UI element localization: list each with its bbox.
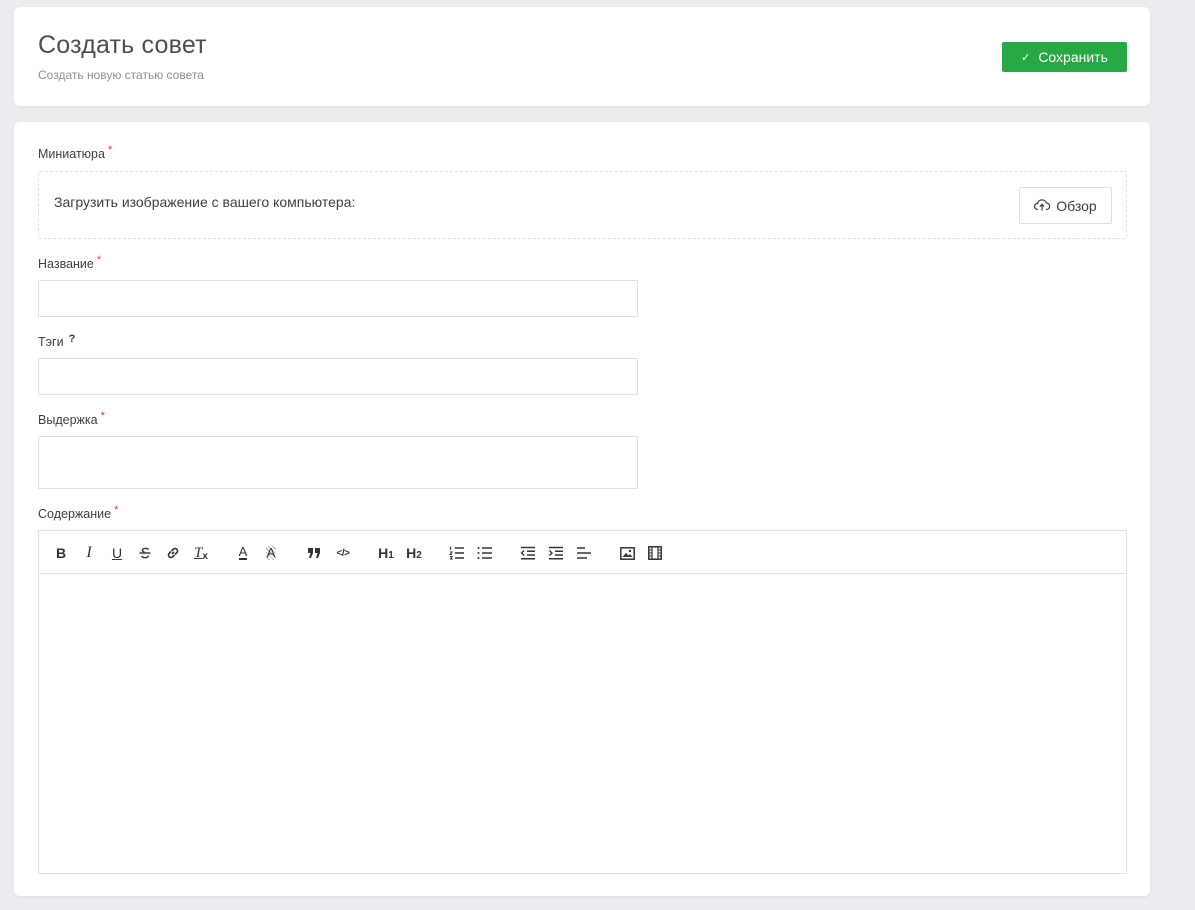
content-label-text: Содержание — [38, 507, 112, 521]
clear-format-glyph: T — [194, 544, 203, 561]
excerpt-label-text: Выдержка — [38, 413, 98, 427]
cloud-upload-icon — [1034, 198, 1051, 214]
italic-glyph: I — [86, 544, 92, 561]
outdent-icon[interactable] — [518, 543, 538, 563]
code-icon[interactable]: </> — [333, 543, 353, 563]
indent-icon[interactable] — [546, 543, 566, 563]
text-color-icon[interactable]: A — [233, 543, 253, 563]
link-icon[interactable] — [163, 543, 183, 563]
tags-label: Тэги? — [38, 333, 76, 349]
blockquote-icon[interactable] — [305, 543, 325, 563]
help-mark[interactable]: ? — [69, 333, 76, 345]
excerpt-textarea[interactable] — [38, 436, 638, 489]
tags-label-text: Тэги — [38, 335, 64, 349]
ordered-list-icon[interactable] — [447, 543, 467, 563]
save-button[interactable]: ✓ Сохранить — [1002, 42, 1127, 72]
align-icon[interactable] — [574, 543, 594, 563]
text-color-glyph: A — [238, 544, 248, 560]
background-color-glyph: A — [265, 545, 277, 560]
h1-sub: 1 — [388, 549, 394, 561]
image-icon[interactable] — [617, 543, 637, 563]
h2-glyph: H — [406, 545, 417, 561]
thumbnail-label-text: Миниатюра — [38, 147, 105, 161]
name-input[interactable] — [38, 280, 638, 317]
h1-glyph: H — [378, 545, 389, 561]
upload-text: Загрузить изображение с вашего компьютер… — [54, 194, 356, 210]
clear-format-icon[interactable]: Tx — [191, 543, 211, 563]
browse-button[interactable]: Обзор — [1019, 187, 1112, 224]
content-label: Содержание * — [38, 504, 119, 521]
editor-content-area[interactable] — [39, 574, 1126, 873]
tags-input[interactable] — [38, 358, 638, 395]
underline-icon[interactable]: U — [107, 543, 127, 563]
page-header: Создать совет Создать новую статью совет… — [14, 7, 1150, 106]
form-card: Миниатюра * Загрузить изображение с вашег… — [14, 122, 1150, 896]
strikethrough-icon[interactable] — [135, 543, 155, 563]
editor-toolbar: B I U Tx A A </> H 1 H 2 — [39, 531, 1126, 574]
required-mark: * — [107, 144, 113, 156]
bullet-list-icon[interactable] — [475, 543, 495, 563]
required-mark: * — [114, 504, 119, 516]
background-color-icon[interactable]: A — [261, 543, 281, 563]
clear-format-sub: x — [202, 550, 208, 562]
check-icon: ✓ — [1021, 51, 1031, 64]
excerpt-label: Выдержка * — [38, 410, 105, 427]
video-icon[interactable] — [645, 543, 665, 563]
name-label: Название * — [38, 254, 102, 271]
required-mark: * — [100, 410, 105, 422]
browse-button-label: Обзор — [1056, 197, 1097, 214]
page-title: Создать совет — [38, 31, 207, 59]
bold-icon[interactable]: B — [51, 543, 71, 563]
page-subtitle: Создать новую статью совета — [38, 68, 204, 82]
required-mark: * — [96, 254, 102, 266]
heading-2-icon[interactable]: H2 — [403, 543, 425, 563]
name-label-text: Название — [38, 257, 94, 271]
rich-text-editor: B I U Tx A A </> H 1 H 2 — [38, 530, 1127, 874]
underline-glyph: U — [111, 545, 123, 561]
thumbnail-label: Миниатюра * — [38, 144, 113, 161]
thumbnail-upload-zone[interactable]: Загрузить изображение с вашего компьютер… — [38, 171, 1127, 239]
code-glyph: </> — [336, 547, 350, 559]
italic-icon[interactable]: I — [79, 543, 99, 563]
h2-sub: 2 — [416, 549, 422, 561]
heading-1-icon[interactable]: H1 — [375, 543, 397, 563]
save-button-label: Сохранить — [1038, 49, 1108, 65]
bold-glyph: B — [55, 545, 67, 561]
